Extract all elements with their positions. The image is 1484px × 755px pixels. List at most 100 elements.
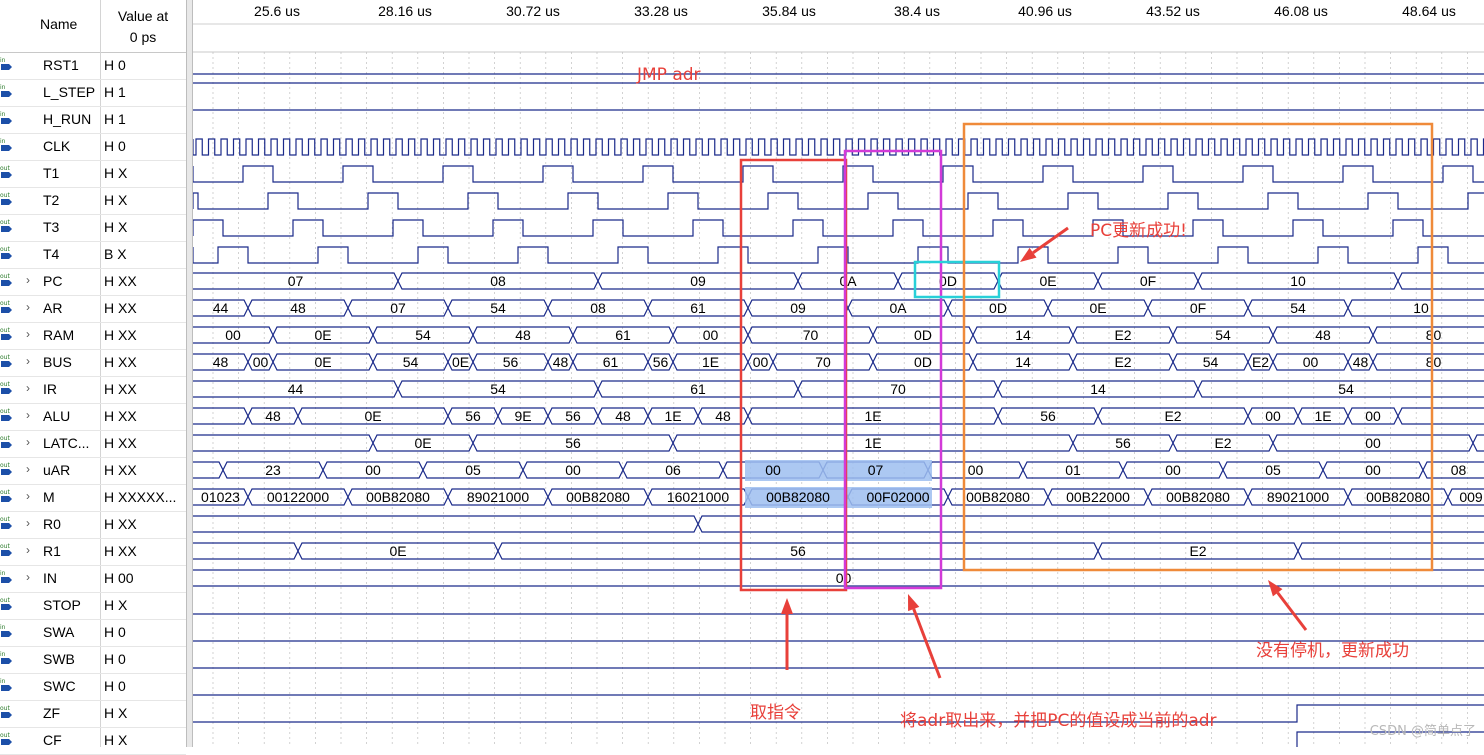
expand-chevron-icon[interactable]: ›: [26, 381, 30, 395]
expand-chevron-icon[interactable]: ›: [26, 435, 30, 449]
signal-name: R1: [43, 543, 61, 559]
svg-text:in: in: [0, 57, 6, 64]
bus-value-label: 54: [403, 354, 419, 370]
bus-value-label: 54: [490, 300, 506, 316]
signal-row[interactable]: out T2 H X: [0, 187, 186, 215]
output-pin-icon: out: [0, 488, 14, 506]
svg-text:out: out: [0, 516, 10, 523]
signal-row[interactable]: in CLK H 0: [0, 133, 186, 161]
expand-chevron-icon[interactable]: ›: [26, 354, 30, 368]
expand-chevron-icon[interactable]: ›: [26, 300, 30, 314]
signal-row[interactable]: out T1 H X: [0, 160, 186, 188]
expand-chevron-icon[interactable]: ›: [26, 327, 30, 341]
signal-value: H XX: [104, 354, 137, 370]
signal-row[interactable]: in SWC H 0: [0, 673, 186, 701]
bus-value-label: 05: [465, 462, 481, 478]
signal-row[interactable]: in SWA H 0: [0, 619, 186, 647]
signal-row[interactable]: out › M H XXXXX...: [0, 484, 186, 512]
input-pin-icon: in: [0, 56, 14, 74]
input-pin-icon: in: [0, 623, 14, 641]
signal-name: IN: [43, 570, 57, 586]
bus-value-label: 48: [615, 408, 631, 424]
bus-value-label: 0A: [889, 300, 907, 316]
signal-row[interactable]: out › RAM H XX: [0, 322, 186, 350]
signal-row[interactable]: out › AR H XX: [0, 295, 186, 323]
signal-row[interactable]: out › BUS H XX: [0, 349, 186, 377]
name-column-header[interactable]: Name: [40, 16, 77, 32]
bus-value-label: 00: [565, 462, 581, 478]
bus-value-label: 56: [1040, 408, 1056, 424]
value-column-header[interactable]: Value at 0 ps: [104, 6, 182, 48]
bus-value-label: 00B82080: [966, 489, 1030, 505]
pane-splitter[interactable]: [186, 0, 193, 747]
signal-row[interactable]: out › R1 H XX: [0, 538, 186, 566]
bus-value-label: 0E: [414, 435, 431, 451]
signal-row[interactable]: out › LATC... H XX: [0, 430, 186, 458]
expand-chevron-icon[interactable]: ›: [26, 570, 30, 584]
output-pin-icon: out: [0, 299, 14, 317]
signal-name: STOP: [43, 597, 81, 613]
expand-chevron-icon[interactable]: ›: [26, 489, 30, 503]
signal-row[interactable]: out STOP H X: [0, 592, 186, 620]
input-pin-icon: in: [0, 110, 14, 128]
expand-chevron-icon[interactable]: ›: [26, 516, 30, 530]
signal-row[interactable]: out › R0 H XX: [0, 511, 186, 539]
signal-row[interactable]: out CF H X: [0, 727, 186, 755]
alu-bus-segment: [193, 407, 249, 425]
signal-value: H X: [104, 165, 128, 181]
highlighted-value-label: 00F02000: [866, 489, 929, 505]
bus-value-label: 0E: [364, 408, 381, 424]
expand-chevron-icon[interactable]: ›: [26, 543, 30, 557]
bus-value-label: 44: [288, 381, 304, 397]
signal-name: RST1: [43, 57, 79, 73]
bus-value-label: E2: [1114, 354, 1131, 370]
output-pin-icon: out: [0, 542, 14, 560]
waveform-canvas[interactable]: 25.6 us 28.16 us 30.72 us 33.28 us 35.84 us 3…: [193, 0, 1484, 747]
signal-row[interactable]: out › ALU H XX: [0, 403, 186, 431]
pc-updated-arrow-head: [1020, 247, 1037, 262]
bus-value-label: 48: [553, 354, 569, 370]
highlighted-value-label: 00B82080: [766, 489, 830, 505]
signal-row[interactable]: in H_RUN H 1: [0, 106, 186, 134]
signal-value: H 0: [104, 624, 126, 640]
bus-value-label: 08: [590, 300, 606, 316]
signal-row[interactable]: out T4 B X: [0, 241, 186, 269]
expand-chevron-icon[interactable]: ›: [26, 408, 30, 422]
bus-value-label: 10: [1290, 273, 1306, 289]
bus-value-label: 0F: [1190, 300, 1206, 316]
bus-value-label: 00: [836, 570, 852, 586]
signal-name: T3: [43, 219, 60, 235]
bus-value-label: 80: [1426, 354, 1442, 370]
bus-value-label: 56: [790, 543, 806, 559]
signal-row[interactable]: in › IN H 00: [0, 565, 186, 593]
signal-row[interactable]: out › uAR H XX: [0, 457, 186, 485]
signal-name: T1: [43, 165, 60, 181]
svg-text:in: in: [0, 651, 6, 658]
signal-row[interactable]: in L_STEP H 1: [0, 79, 186, 107]
signal-name: T2: [43, 192, 60, 208]
signal-name: ALU: [43, 408, 71, 424]
input-pin-icon: in: [0, 569, 14, 587]
signal-row[interactable]: out › IR H XX: [0, 376, 186, 404]
bus-value-label: E2: [1252, 354, 1269, 370]
signal-row[interactable]: out › PC H XX: [0, 268, 186, 296]
signal-value: H 1: [104, 84, 126, 100]
signal-row[interactable]: out T3 H X: [0, 214, 186, 242]
bus-value-label: E2: [1114, 327, 1131, 343]
input-pin-icon: in: [0, 650, 14, 668]
expand-chevron-icon[interactable]: ›: [26, 273, 30, 287]
signal-value: H X: [104, 732, 128, 748]
signal-name: SWC: [43, 678, 76, 694]
signal-row[interactable]: in SWB H 0: [0, 646, 186, 674]
expand-chevron-icon[interactable]: ›: [26, 462, 30, 476]
svg-text:out: out: [0, 273, 10, 280]
bus-value-label: 54: [1203, 354, 1219, 370]
bus-value-label: 00: [968, 462, 984, 478]
bus-value-label: 89021000: [467, 489, 530, 505]
output-pin-icon: out: [0, 353, 14, 371]
bus-value-label: 00B82080: [1166, 489, 1230, 505]
signal-row[interactable]: in RST1 H 0: [0, 52, 186, 80]
signal-value: H 00: [104, 570, 134, 586]
bus-value-label: 14: [1090, 381, 1106, 397]
signal-row[interactable]: out ZF H X: [0, 700, 186, 728]
